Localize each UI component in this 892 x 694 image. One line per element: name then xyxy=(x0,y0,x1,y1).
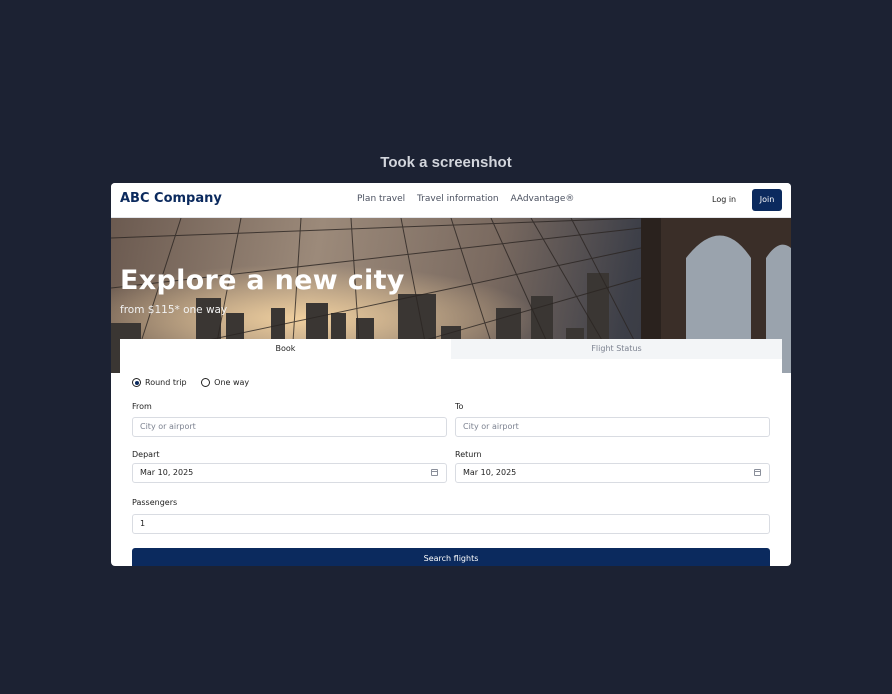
booking-card: Book Flight Status Round trip One way Fr… xyxy=(120,339,782,566)
trip-type-radio-group: Round trip One way xyxy=(132,378,249,387)
calendar-icon[interactable] xyxy=(431,469,438,476)
return-date-input[interactable]: Mar 10, 2025 xyxy=(455,463,770,483)
login-link[interactable]: Log in xyxy=(712,195,736,204)
top-navbar: ABC Company Plan travel Travel informati… xyxy=(111,183,791,218)
return-label: Return xyxy=(455,450,482,459)
join-button[interactable]: Join xyxy=(752,189,782,211)
passengers-label: Passengers xyxy=(132,498,178,507)
nav-link-aadvantage[interactable]: AAdvantage® xyxy=(510,194,574,204)
nav-links: Plan travel Travel information AAdvantag… xyxy=(357,194,583,204)
browser-viewport: ABC Company Plan travel Travel informati… xyxy=(111,183,791,566)
to-placeholder: City or airport xyxy=(463,422,519,431)
screenshot-caption: Took a screenshot xyxy=(380,154,512,171)
return-date-value: Mar 10, 2025 xyxy=(463,468,517,477)
passengers-input[interactable]: 1 xyxy=(132,514,770,534)
round-trip-label: Round trip xyxy=(145,378,187,387)
radio-unchecked-icon xyxy=(201,378,211,387)
tab-book[interactable]: Book xyxy=(120,339,451,359)
search-flights-button[interactable]: Search flights xyxy=(132,548,770,566)
one-way-radio[interactable]: One way xyxy=(201,378,249,387)
to-input[interactable]: City or airport xyxy=(455,417,770,437)
depart-label: Depart xyxy=(132,450,160,459)
booking-tabs: Book Flight Status xyxy=(120,339,782,359)
nav-link-plan-travel[interactable]: Plan travel xyxy=(357,194,405,204)
calendar-icon[interactable] xyxy=(754,469,761,476)
from-input[interactable]: City or airport xyxy=(132,417,447,437)
from-label: From xyxy=(132,402,152,411)
brand-logo[interactable]: ABC Company xyxy=(120,191,222,206)
to-label: To xyxy=(455,402,464,411)
hero-title: Explore a new city xyxy=(120,265,405,296)
depart-date-input[interactable]: Mar 10, 2025 xyxy=(132,463,447,483)
hero-subtitle: from $115* one way xyxy=(120,304,228,316)
tab-flight-status[interactable]: Flight Status xyxy=(451,339,782,359)
nav-link-travel-information[interactable]: Travel information xyxy=(417,194,499,204)
from-placeholder: City or airport xyxy=(140,422,196,431)
radio-checked-icon xyxy=(132,378,141,387)
one-way-label: One way xyxy=(214,378,250,387)
round-trip-radio[interactable]: Round trip xyxy=(132,378,187,387)
depart-date-value: Mar 10, 2025 xyxy=(140,468,194,477)
passengers-value: 1 xyxy=(140,519,146,528)
